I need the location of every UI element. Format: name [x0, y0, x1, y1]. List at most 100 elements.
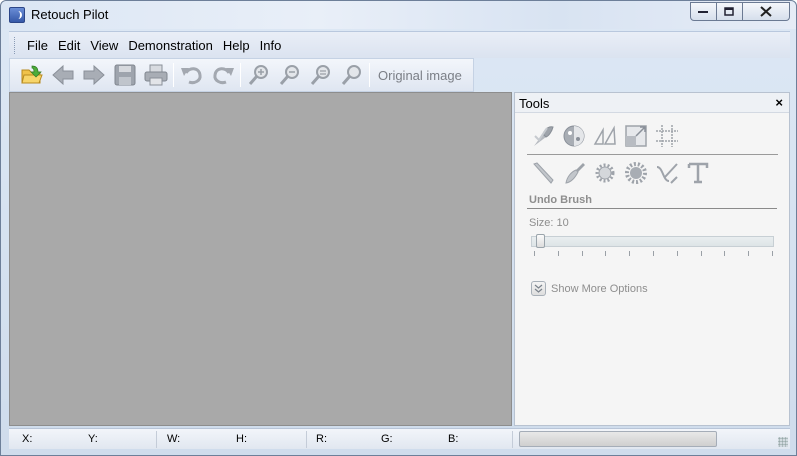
slider-tick [534, 251, 535, 256]
pencil-icon [532, 162, 554, 184]
window-controls [690, 2, 790, 21]
open-icon [20, 65, 43, 84]
app-window: Retouch Pilot File Edit View Demonstrati… [0, 0, 797, 456]
save-icon [114, 64, 135, 86]
tool-brush-check[interactable] [527, 122, 558, 150]
zoom-out-button[interactable] [274, 61, 305, 89]
toolbar-separator [369, 63, 370, 87]
minimize-button[interactable] [690, 2, 717, 21]
save-button[interactable] [109, 61, 140, 89]
status-separator [156, 431, 157, 448]
tools-panel-header: Tools × [515, 93, 789, 113]
triangle-transform-icon [593, 125, 616, 145]
filter-circle-icon [563, 125, 584, 147]
status-r: R: [316, 433, 327, 445]
menu-view[interactable]: View [85, 38, 123, 53]
curve-tool-icon [656, 163, 678, 184]
back-button[interactable] [47, 61, 78, 89]
size-slider-thumb[interactable] [535, 234, 545, 248]
undo-button[interactable] [176, 61, 207, 89]
resize-grip-icon[interactable] [778, 437, 788, 447]
open-button[interactable] [16, 61, 47, 89]
status-separator [306, 431, 307, 448]
zoom-actual-icon [341, 65, 361, 85]
slider-tick [653, 251, 654, 256]
text-tool-icon [687, 162, 708, 184]
maximize-icon [724, 6, 734, 16]
slider-tick [629, 251, 631, 256]
tool-section-title: Undo Brush [529, 194, 592, 206]
zoom-actual-button[interactable] [336, 61, 367, 89]
menu-help[interactable]: Help [218, 38, 255, 53]
image-canvas[interactable] [9, 92, 512, 426]
tool-paint-brush[interactable] [558, 159, 589, 187]
show-more-options-label: Show More Options [551, 282, 648, 295]
size-slider-track[interactable] [531, 236, 774, 247]
menu-edit[interactable]: Edit [53, 38, 85, 53]
status-bar: X: Y: W: H: R: G: B: [9, 428, 790, 449]
close-icon [760, 6, 772, 17]
status-y: Y: [88, 433, 98, 445]
paint-brush-icon [564, 163, 585, 184]
zoom-fit-icon [310, 65, 330, 85]
tool-filter-circle[interactable] [558, 122, 589, 150]
maximize-button[interactable] [717, 2, 743, 21]
tools-panel: Tools × Undo Brush Size: 10 Show More Op… [514, 92, 790, 426]
double-chevron-down-icon [534, 284, 543, 293]
print-button[interactable] [140, 61, 171, 89]
zoom-in-icon [248, 65, 268, 85]
slider-tick [557, 251, 559, 256]
expand-options-button[interactable] [531, 281, 546, 296]
redo-button[interactable] [207, 61, 238, 89]
tool-gear-stamp[interactable] [589, 159, 620, 187]
tools-panel-title: Tools [519, 96, 550, 111]
gear-stamp-icon [595, 163, 614, 183]
slider-tick [676, 251, 678, 256]
tools-row-2 [527, 159, 713, 187]
tool-curve[interactable] [651, 159, 682, 187]
minimize-icon [698, 10, 708, 13]
tool-pencil[interactable] [527, 159, 558, 187]
slider-tick [772, 251, 773, 256]
close-button[interactable] [743, 2, 790, 21]
tools-divider [527, 154, 778, 155]
slider-tick [748, 251, 750, 256]
size-label: Size: 10 [529, 217, 569, 229]
grid-crop-icon [655, 125, 678, 147]
tools-panel-close-button[interactable]: × [775, 95, 783, 110]
tool-gear-fill[interactable] [620, 159, 651, 187]
toolbar-separator [173, 63, 174, 87]
title-bar[interactable]: Retouch Pilot [1, 1, 796, 29]
status-x: X: [22, 433, 33, 445]
size-value: 10 [556, 217, 569, 229]
progress-bar [519, 431, 717, 447]
status-separator [512, 431, 513, 448]
tool-text[interactable] [682, 159, 713, 187]
forward-icon [83, 64, 105, 86]
app-logo-icon [9, 7, 25, 23]
status-b: B: [448, 433, 459, 445]
status-w: W: [167, 433, 181, 445]
section-underline [527, 208, 777, 209]
status-h: H: [236, 433, 247, 445]
gear-fill-icon [624, 162, 647, 184]
menu-file[interactable]: File [22, 38, 53, 53]
slider-tick [700, 251, 702, 256]
print-icon [144, 64, 167, 86]
toolbar-separator [240, 63, 241, 87]
forward-button[interactable] [78, 61, 109, 89]
menu-info[interactable]: Info [255, 38, 287, 53]
zoom-in-button[interactable] [243, 61, 274, 89]
original-image-toggle[interactable]: Original image [378, 68, 462, 83]
tool-grid-crop[interactable] [651, 122, 682, 150]
menu-demonstration[interactable]: Demonstration [123, 38, 218, 53]
slider-tick [605, 251, 607, 256]
tool-triangle-transform[interactable] [589, 122, 620, 150]
menubar-grip [14, 36, 17, 54]
tools-row-1 [527, 122, 682, 150]
slider-ticks [534, 251, 773, 257]
tool-resize-square[interactable] [620, 122, 651, 150]
show-more-options[interactable]: Show More Options [531, 281, 648, 296]
zoom-fit-button[interactable] [305, 61, 336, 89]
undo-icon [180, 67, 202, 85]
